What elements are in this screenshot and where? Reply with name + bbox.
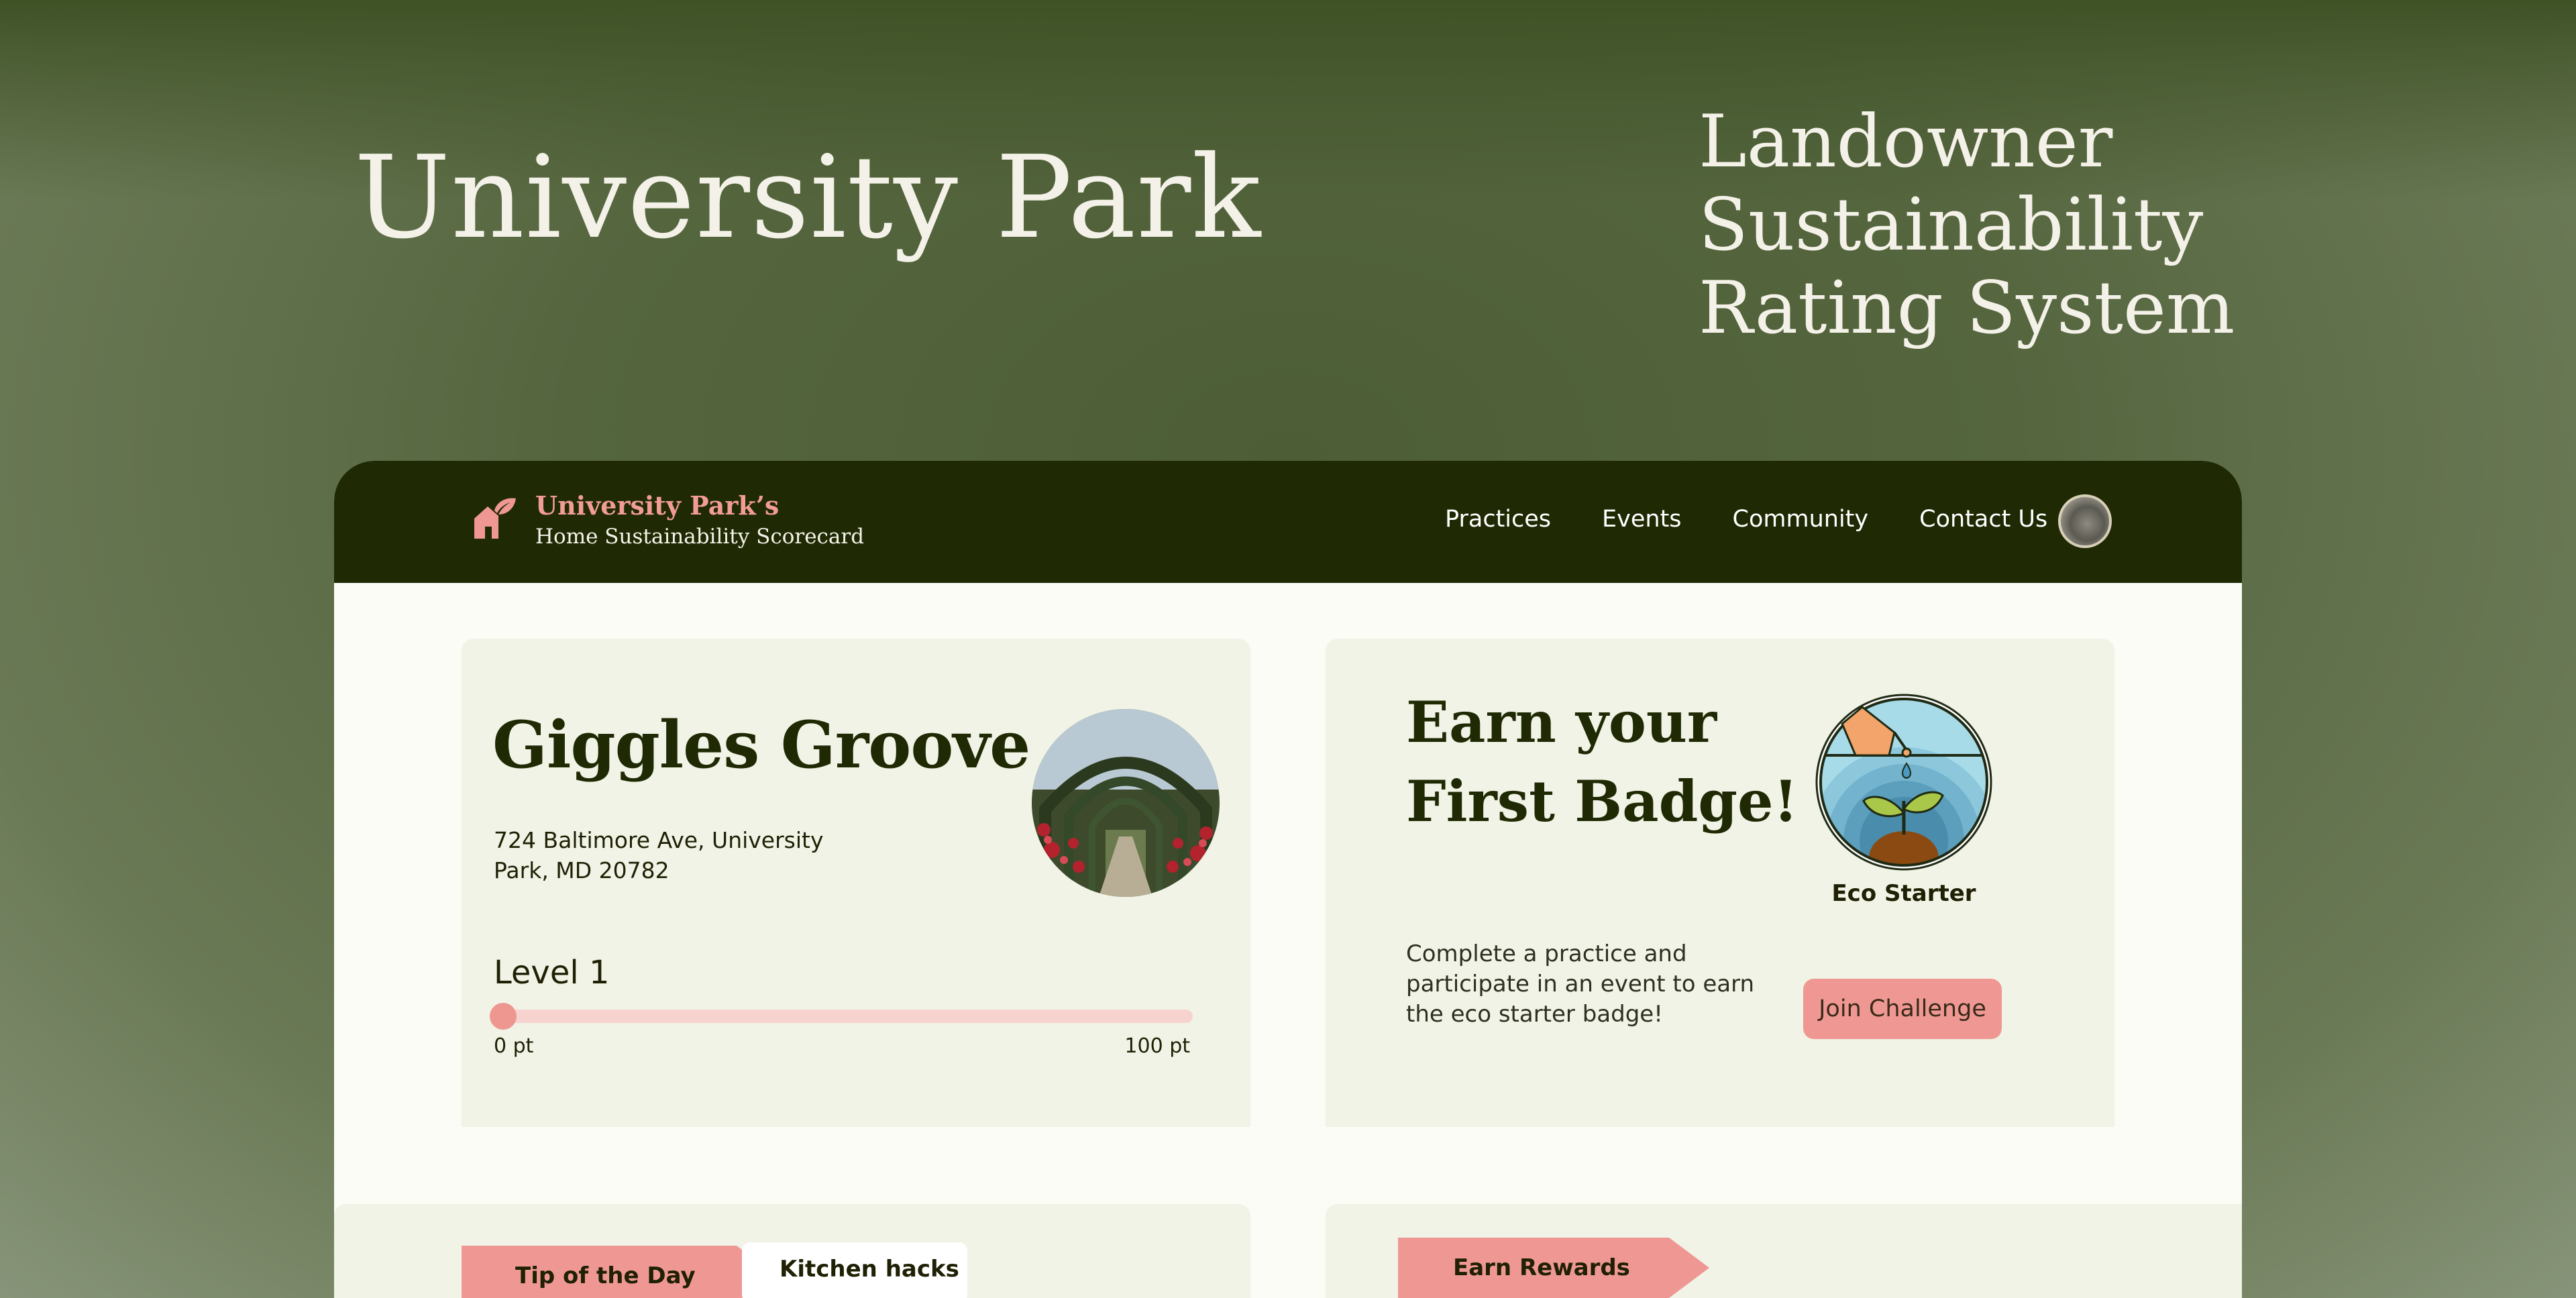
tip-topic-label[interactable]: Kitchen hacks [742, 1242, 967, 1298]
tip-of-the-day-ribbon: Tip of the Day [462, 1246, 777, 1298]
points-progress-bar [490, 1003, 1193, 1030]
nav-link-contact-us[interactable]: Contact Us [1894, 502, 2073, 536]
join-challenge-button[interactable]: Join Challenge [1803, 979, 2002, 1039]
nav-link-community[interactable]: Community [1707, 502, 1894, 536]
property-name: Giggles Groove [492, 707, 1030, 783]
hero-subtitle-line: Rating System [1699, 266, 2235, 350]
badge-name: Eco Starter [1831, 880, 1976, 907]
brand-tagline: Home Sustainability Scorecard [535, 525, 865, 549]
badge-heading-line: First Badge! [1406, 768, 1799, 834]
progress-knob[interactable] [490, 1003, 517, 1030]
progress-min-label: 0 pt [494, 1034, 534, 1058]
house-leaf-icon[interactable] [472, 496, 517, 541]
property-card: Giggles Groove 724 Baltimore Ave, Univer… [462, 639, 1250, 1127]
property-photo [1032, 709, 1220, 897]
earn-rewards-ribbon: Earn Rewards [1398, 1238, 1709, 1298]
user-avatar[interactable] [2058, 494, 2112, 548]
badge-card: Earn your First Badge! Eco Starter Compl… [1326, 639, 2114, 1127]
hero-subtitle-line: Sustainability [1699, 183, 2204, 267]
eco-starter-badge-icon [1815, 694, 1992, 871]
property-address: 724 Baltimore Ave, University Park, MD 2… [494, 827, 824, 883]
badge-heading: Earn your First Badge! [1406, 683, 1809, 841]
hero-subtitle-line: Landowner [1699, 100, 2113, 184]
badge-heading-line: Earn your [1406, 689, 1717, 755]
nav-link-practices[interactable]: Practices [1445, 502, 1576, 536]
hero-title: University Park [354, 131, 1262, 264]
nav-link-events[interactable]: Events [1576, 502, 1707, 536]
brand-name[interactable]: University Park’s [535, 490, 779, 521]
app-window: University Park’s Home Sustainability Sc… [334, 461, 2242, 1298]
progress-max-label: 100 pt [1124, 1034, 1190, 1058]
nav-links: Practices Events Community Contact Us [1445, 502, 2073, 536]
level-label: Level 1 [494, 954, 610, 991]
badge-description: Complete a practice and participate in a… [1406, 940, 1755, 1028]
navbar: University Park’s Home Sustainability Sc… [334, 461, 2242, 583]
hero-subtitle: Landowner Sustainability Rating System [1699, 101, 2302, 350]
